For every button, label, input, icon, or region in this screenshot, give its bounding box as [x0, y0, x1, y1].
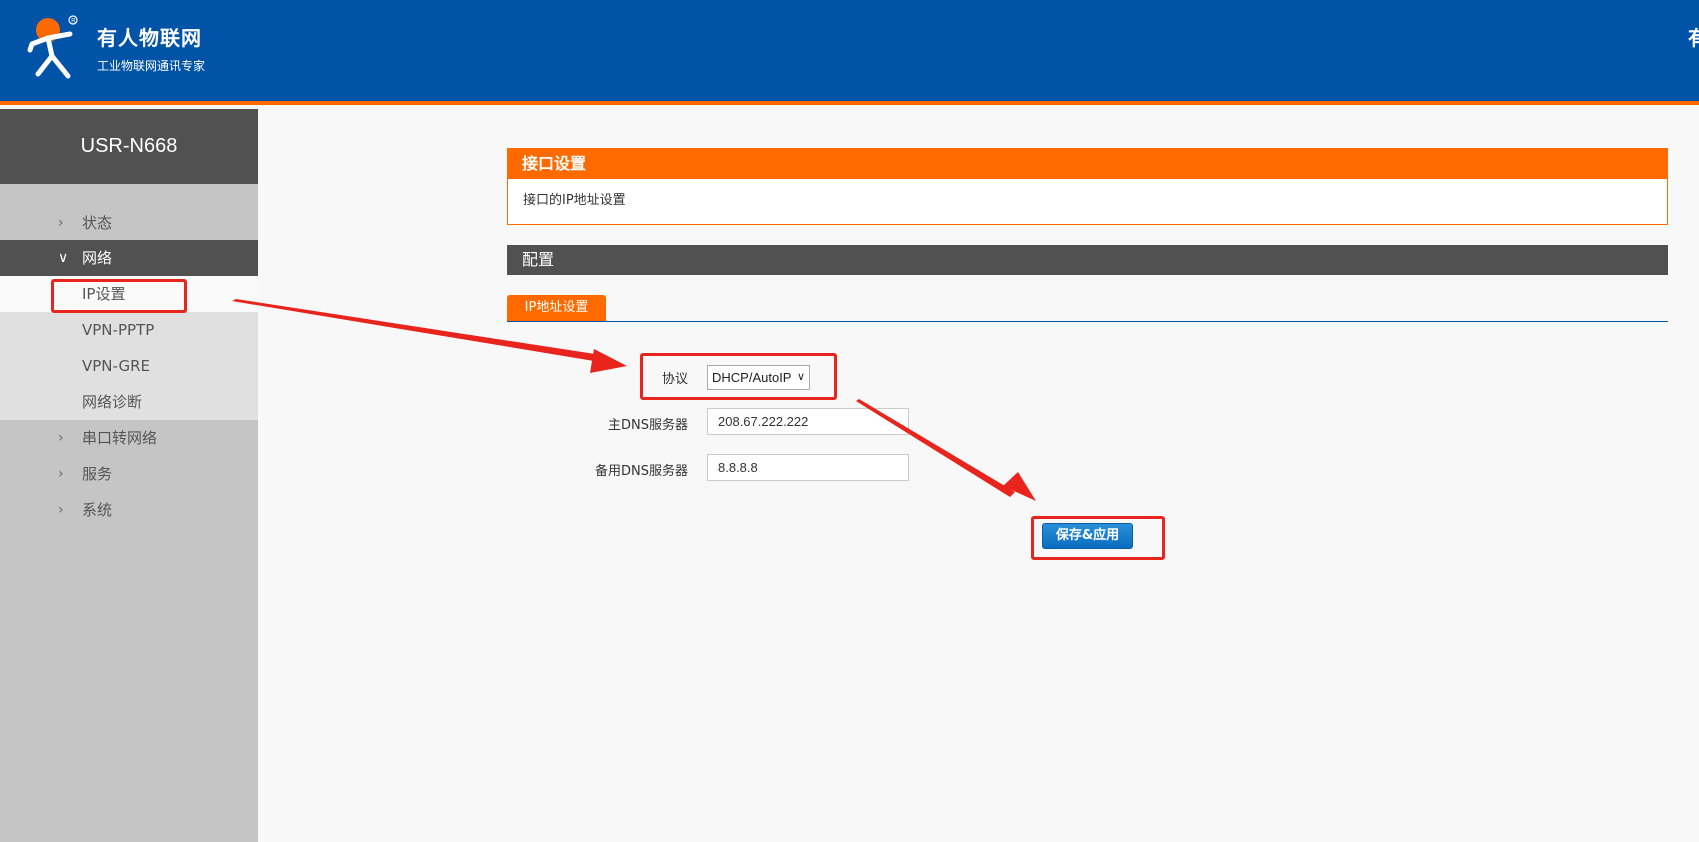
section-title: 接口设置 — [507, 148, 1668, 179]
sidebar-subitem-label: VPN-PPTP — [82, 321, 155, 339]
sidebar-item-label: 网络 — [82, 249, 113, 267]
sidebar-item-serial-to-network[interactable]: › 串口转网络 — [0, 420, 258, 456]
sidebar-item-label: 系统 — [82, 501, 113, 519]
tab-ip-address-settings[interactable]: IP地址设置 — [507, 295, 606, 321]
top-header: R 有人物联网 工业物联网通讯专家 有 — [0, 0, 1699, 105]
device-name: USR-N668 — [0, 109, 258, 184]
sidebar-item-status[interactable]: › 状态 — [0, 205, 258, 241]
sidebar-item-services[interactable]: › 服务 — [0, 456, 258, 492]
sidebar-item-label: 服务 — [82, 465, 113, 483]
dns-backup-label: 备用DNS服务器 — [595, 464, 688, 479]
tab-underline — [507, 321, 1668, 322]
chevron-right-icon: › — [58, 215, 64, 231]
annotation-box-save — [1031, 516, 1165, 560]
sidebar-subitem-label: VPN-GRE — [82, 357, 151, 375]
sidebar-item-label: 串口转网络 — [82, 429, 158, 447]
dns-backup-input[interactable] — [707, 454, 909, 481]
chevron-right-icon: › — [58, 466, 64, 482]
svg-text:R: R — [71, 18, 76, 24]
annotation-box-protocol — [640, 353, 837, 400]
sidebar-subitem-vpn-gre[interactable]: VPN-GRE — [0, 348, 258, 384]
dns-primary-label: 主DNS服务器 — [608, 418, 688, 433]
usr-logo-icon: R — [27, 15, 78, 79]
dns-primary-input[interactable] — [707, 408, 909, 435]
sidebar-item-system[interactable]: › 系统 — [0, 492, 258, 528]
sidebar: USR-N668 › 状态 ∨ 网络 IP设置 VPN-PPTP VPN-GRE… — [0, 109, 258, 842]
sidebar-subitem-label: 网络诊断 — [82, 393, 143, 411]
chevron-down-icon: ∨ — [58, 250, 69, 266]
chevron-right-icon: › — [58, 502, 64, 518]
header-right-text: 有 — [1688, 26, 1699, 50]
sidebar-subitem-network-diagnosis[interactable]: 网络诊断 — [0, 384, 258, 420]
brand-slogan: 工业物联网通讯专家 — [97, 59, 206, 73]
chevron-right-icon: › — [58, 430, 64, 446]
sidebar-item-network[interactable]: ∨ 网络 — [0, 240, 258, 276]
annotation-box-ip-settings — [51, 279, 187, 313]
brand-name: 有人物联网 — [97, 26, 202, 50]
section-description: 接口的IP地址设置 — [507, 179, 1668, 225]
sidebar-subitem-vpn-pptp[interactable]: VPN-PPTP — [0, 312, 258, 348]
config-title: 配置 — [507, 245, 1668, 275]
sidebar-item-label: 状态 — [82, 214, 113, 232]
